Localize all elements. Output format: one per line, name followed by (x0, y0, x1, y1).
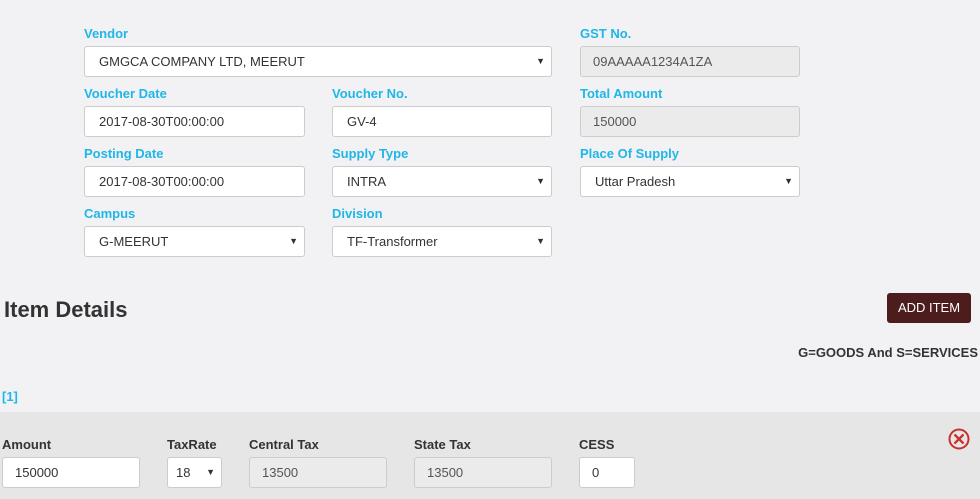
voucher-no-input[interactable]: GV-4 (332, 106, 552, 137)
tax-rate-select[interactable]: 18 ▼ (167, 457, 222, 488)
caret-down-icon: ▼ (536, 176, 545, 186)
supply-type-label: Supply Type (332, 146, 409, 161)
campus-label: Campus (84, 206, 136, 221)
division-select[interactable]: TF-Transformer ▼ (332, 226, 552, 257)
caret-down-icon: ▼ (784, 176, 793, 186)
place-of-supply-value: Uttar Pradesh (595, 174, 676, 189)
campus-select[interactable]: G-MEERUT ▼ (84, 226, 305, 257)
vendor-value: GMGCA COMPANY LTD, MEERUT (99, 54, 305, 69)
place-of-supply-select[interactable]: Uttar Pradesh ▼ (580, 166, 800, 197)
remove-item-button[interactable] (948, 428, 970, 450)
central-tax-value: 13500 (262, 465, 299, 480)
gst-field[interactable]: 09AAAAA1234A1ZA (580, 46, 800, 77)
state-tax-value: 13500 (427, 465, 464, 480)
caret-down-icon: ▼ (536, 56, 545, 66)
voucher-date-input[interactable]: 2017-08-30T00:00:00 (84, 106, 305, 137)
goods-services-legend: G=GOODS And S=SERVICES (798, 345, 978, 360)
caret-down-icon: ▼ (289, 236, 298, 246)
supply-type-value: INTRA (347, 174, 386, 189)
campus-value: G-MEERUT (99, 234, 169, 249)
central-tax-label: Central Tax (249, 437, 319, 452)
posting-date-value: 2017-08-30T00:00:00 (99, 174, 225, 189)
cess-label: CESS (579, 437, 615, 452)
division-value: TF-Transformer (347, 234, 438, 249)
voucher-no-value: GV-4 (347, 114, 377, 129)
voucher-date-value: 2017-08-30T00:00:00 (99, 114, 225, 129)
gst-value: 09AAAAA1234A1ZA (593, 54, 713, 69)
total-amount-value: 150000 (593, 114, 637, 129)
voucher-date-label: Voucher Date (84, 86, 167, 101)
caret-down-icon: ▼ (536, 236, 545, 246)
cess-value: 0 (592, 465, 600, 480)
tax-rate-label: TaxRate (167, 437, 217, 452)
posting-date-input[interactable]: 2017-08-30T00:00:00 (84, 166, 305, 197)
posting-date-label: Posting Date (84, 146, 164, 161)
item-index-link[interactable]: [1] (2, 389, 18, 404)
add-item-button[interactable]: ADD ITEM (887, 293, 971, 323)
tax-rate-value: 18 (176, 465, 191, 480)
gst-label: GST No. (580, 26, 632, 41)
item-details-title: Item Details (4, 297, 128, 322)
amount-value: 150000 (15, 465, 59, 480)
caret-down-icon: ▼ (206, 467, 215, 477)
amount-label: Amount (2, 437, 52, 452)
total-amount-label: Total Amount (580, 86, 663, 101)
cess-input[interactable]: 0 (579, 457, 635, 488)
total-amount-field[interactable]: 150000 (580, 106, 800, 137)
division-label: Division (332, 206, 383, 221)
voucher-no-label: Voucher No. (332, 86, 408, 101)
supply-type-select[interactable]: INTRA ▼ (332, 166, 552, 197)
state-tax-label: State Tax (414, 437, 471, 452)
amount-input[interactable]: 150000 (2, 457, 140, 488)
remove-circle-icon (948, 428, 970, 450)
vendor-select[interactable]: GMGCA COMPANY LTD, MEERUT ▼ (84, 46, 552, 77)
vendor-label: Vendor (84, 26, 129, 41)
place-of-supply-label: Place Of Supply (580, 146, 679, 161)
central-tax-field[interactable]: 13500 (249, 457, 387, 488)
state-tax-field[interactable]: 13500 (414, 457, 552, 488)
